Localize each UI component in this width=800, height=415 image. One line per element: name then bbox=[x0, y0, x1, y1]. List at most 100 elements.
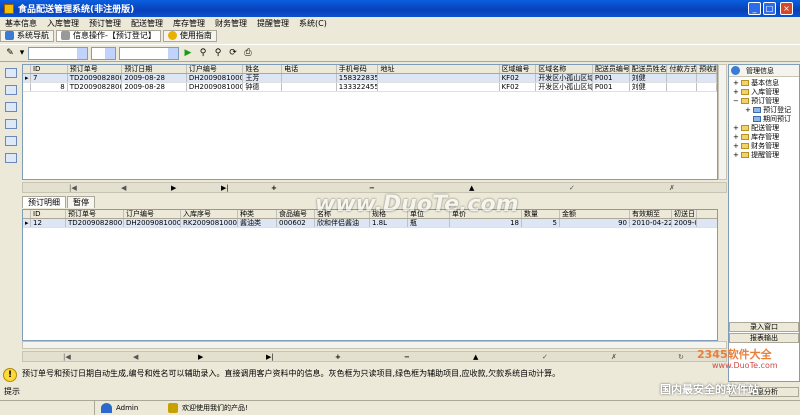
col-header[interactable]: 预订日期 bbox=[122, 65, 187, 73]
left-icon-bar bbox=[0, 64, 22, 369]
booking-detail-grid[interactable]: ID 预订单号 订户编号 入库序号 种类 食品编号 名称 规格 单位 单价 数量… bbox=[22, 209, 718, 341]
welcome-message: 欢迎使用我们的产品! bbox=[182, 404, 248, 412]
detail-edit-button[interactable]: ▲ bbox=[473, 353, 478, 361]
col-header[interactable]: 食品编号 bbox=[277, 210, 315, 218]
col-header[interactable]: 区域编号 bbox=[500, 65, 537, 73]
col-header[interactable]: 数量 bbox=[522, 210, 560, 218]
detail-grid-hscrollbar[interactable] bbox=[22, 341, 727, 349]
detail-post-button[interactable]: ✓ bbox=[542, 353, 548, 361]
search-icon[interactable]: ⚲ bbox=[197, 47, 209, 59]
advanced-search-icon[interactable]: ⚲ bbox=[212, 47, 224, 59]
table-row[interactable]: ▸ 7 TD20090828001 2009-08-28 DH200908100… bbox=[23, 74, 717, 83]
cancel-record-button[interactable]: ✗ bbox=[669, 184, 675, 192]
col-header[interactable]: 初送日 bbox=[672, 210, 697, 218]
detail-cancel-button[interactable]: ✗ bbox=[611, 353, 617, 361]
menu-system[interactable]: 系统(C) bbox=[294, 18, 332, 29]
edit-record-button[interactable]: ▲ bbox=[469, 184, 474, 192]
value-select[interactable] bbox=[119, 46, 179, 60]
detail-next-button[interactable]: ▶ bbox=[198, 353, 203, 361]
post-record-button[interactable]: ✓ bbox=[569, 184, 575, 192]
operator-select[interactable] bbox=[91, 46, 116, 60]
col-header[interactable]: ID bbox=[31, 65, 68, 73]
col-header[interactable]: 金额 bbox=[560, 210, 630, 218]
menu-booking[interactable]: 预订管理 bbox=[84, 18, 126, 29]
menu-finance[interactable]: 财务管理 bbox=[210, 18, 252, 29]
sidebar-icon-2[interactable] bbox=[5, 85, 17, 95]
col-header[interactable]: 手机号码 bbox=[337, 65, 379, 73]
status-bar: Admin 欢迎使用我们的产品! bbox=[0, 400, 800, 415]
col-header[interactable]: 区域名称 bbox=[536, 65, 593, 73]
next-record-button[interactable]: ▶ bbox=[171, 184, 176, 192]
menu-reminder[interactable]: 提醒管理 bbox=[252, 18, 294, 29]
col-header[interactable]: 电话 bbox=[282, 65, 337, 73]
detail-refresh-button[interactable]: ↻ bbox=[678, 353, 684, 361]
first-record-button[interactable]: |◀ bbox=[69, 184, 77, 192]
tree-item-booking-register[interactable]: + 预订登记 bbox=[733, 106, 799, 115]
refresh-icon[interactable]: ⟳ bbox=[227, 47, 239, 59]
run-query-icon[interactable]: ▶ bbox=[182, 47, 194, 59]
user-guide-button[interactable]: 使用指南 bbox=[162, 29, 217, 42]
maximize-button[interactable]: □ bbox=[763, 2, 776, 15]
col-header[interactable]: 付款方式 bbox=[667, 65, 698, 73]
close-button[interactable]: × bbox=[780, 2, 793, 15]
col-header[interactable]: 订户编号 bbox=[124, 210, 181, 218]
col-header[interactable]: 预收款 bbox=[697, 65, 717, 73]
field-select[interactable] bbox=[28, 46, 88, 60]
add-record-button[interactable]: + bbox=[271, 184, 277, 192]
table-row[interactable]: 8 TD20090828002 2009-08-28 DH20090810002… bbox=[23, 83, 717, 92]
col-header[interactable]: 预订单号 bbox=[68, 65, 123, 73]
tree-item-basic[interactable]: + 基本信息 bbox=[733, 79, 799, 88]
product-icon bbox=[168, 403, 178, 413]
tab-booking-register[interactable]: 信息操作-【预订登记】 bbox=[56, 29, 161, 42]
tree-item-booking[interactable]: − 预订管理 bbox=[733, 97, 799, 106]
edit-pencil-icon[interactable]: ✎ bbox=[4, 47, 16, 59]
menu-stock-in[interactable]: 入库管理 bbox=[42, 18, 84, 29]
table-row[interactable]: ▸ 12 TD20090828001 DH20090810001 RK20090… bbox=[23, 219, 717, 228]
entry-window-button[interactable]: 录入窗口 bbox=[729, 322, 799, 332]
top-grid-scrollbar[interactable] bbox=[718, 64, 727, 180]
dropdown-arrow-icon[interactable]: ▾ bbox=[19, 47, 25, 59]
col-header[interactable]: 地址 bbox=[378, 65, 500, 73]
last-record-button[interactable]: ▶| bbox=[221, 184, 229, 192]
sidebar-icon-6[interactable] bbox=[5, 153, 17, 163]
sidebar-icon-1[interactable] bbox=[5, 68, 17, 78]
menu-delivery[interactable]: 配送管理 bbox=[126, 18, 168, 29]
col-header[interactable]: 入库序号 bbox=[181, 210, 238, 218]
tree-item-finance[interactable]: + 财务管理 bbox=[733, 142, 799, 151]
col-header[interactable]: 姓名 bbox=[243, 65, 283, 73]
print-icon[interactable]: ⎙ bbox=[242, 47, 254, 59]
sidebar-icon-4[interactable] bbox=[5, 119, 17, 129]
menu-inventory[interactable]: 库存管理 bbox=[168, 18, 210, 29]
document-icon bbox=[753, 116, 761, 122]
sidebar-icon-5[interactable] bbox=[5, 136, 17, 146]
col-header[interactable]: 种类 bbox=[238, 210, 277, 218]
tree-item-delivery[interactable]: + 配送管理 bbox=[733, 124, 799, 133]
col-header[interactable]: 预订单号 bbox=[66, 210, 124, 218]
delete-record-button[interactable]: − bbox=[369, 184, 375, 192]
detail-tabs: 预订明细 暂停 bbox=[22, 196, 96, 208]
tab-pause[interactable]: 暂停 bbox=[67, 196, 95, 208]
detail-last-button[interactable]: ▶| bbox=[266, 353, 274, 361]
report-output-button[interactable]: 报表输出 bbox=[729, 333, 799, 343]
prev-record-button[interactable]: ◀ bbox=[121, 184, 126, 192]
col-header[interactable]: 有效期至 bbox=[630, 210, 672, 218]
menu-basic-info[interactable]: 基本信息 bbox=[0, 18, 42, 29]
detail-delete-button[interactable]: − bbox=[404, 353, 410, 361]
col-header[interactable]: 订户编号 bbox=[187, 65, 244, 73]
system-nav-button[interactable]: 系统导航 bbox=[0, 29, 54, 42]
col-header[interactable]: ID bbox=[31, 210, 66, 218]
booking-grid[interactable]: ID 预订单号 预订日期 订户编号 姓名 电话 手机号码 地址 区域编号 区域名… bbox=[22, 64, 718, 180]
tab-booking-detail[interactable]: 预订明细 bbox=[22, 196, 66, 208]
col-header[interactable]: 配送员姓名 bbox=[630, 65, 668, 73]
tree-item-stock-in[interactable]: + 入库管理 bbox=[733, 88, 799, 97]
tree-item-inventory[interactable]: + 库存管理 bbox=[733, 133, 799, 142]
sidebar-icon-3[interactable] bbox=[5, 102, 17, 112]
minimize-button[interactable]: _ bbox=[748, 2, 761, 15]
tree-item-reminder[interactable]: + 提醒管理 bbox=[733, 151, 799, 160]
detail-prev-button[interactable]: ◀ bbox=[133, 353, 138, 361]
app-icon bbox=[4, 3, 14, 14]
col-header[interactable]: 配送员编号 bbox=[593, 65, 630, 73]
detail-first-button[interactable]: |◀ bbox=[63, 353, 71, 361]
tree-item-period-booking[interactable]: 期间预订 bbox=[733, 115, 799, 124]
detail-add-button[interactable]: + bbox=[335, 353, 341, 361]
